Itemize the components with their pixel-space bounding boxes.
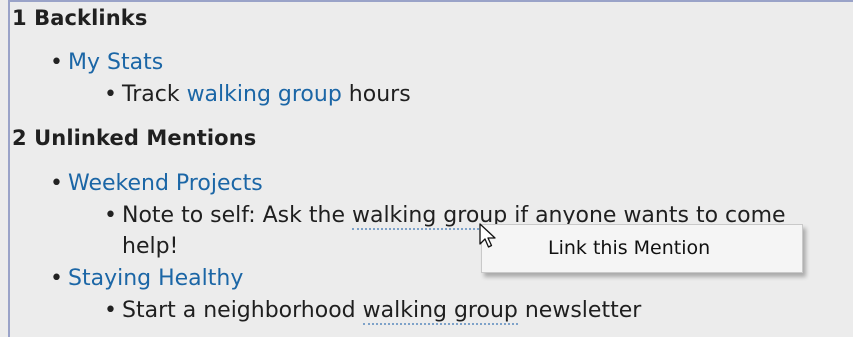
bullet-dot-icon: •	[50, 171, 63, 196]
bullet-dot-icon: •	[50, 266, 63, 291]
unlinked-mention-walking-group[interactable]: walking group	[362, 298, 518, 325]
unlinked-child-block-wrap: help!	[122, 234, 179, 259]
bullet-dot-icon: •	[50, 50, 63, 75]
page-link-my-stats[interactable]: My Stats	[68, 50, 163, 75]
unlinked-child-block: • Start a neighborhood walking group news…	[104, 296, 641, 326]
context-menu: Link this Mention	[481, 224, 803, 273]
unlinked-item: • Weekend Projects	[50, 169, 263, 199]
backlink-item: • My Stats	[50, 48, 163, 78]
bullet-dot-icon: •	[104, 82, 117, 107]
block-text: Track	[122, 82, 187, 107]
block-text: newsletter	[517, 298, 642, 323]
backlinks-heading: 1 Backlinks	[12, 6, 148, 30]
mouse-pointer-icon	[479, 223, 496, 248]
link-this-mention-menu-item[interactable]: Link this Mention	[548, 237, 710, 259]
unlinked-item: • Staying Healthy	[50, 264, 243, 294]
page-link-walking-group[interactable]: walking group	[187, 82, 342, 107]
unlinked-mentions-heading: 2 Unlinked Mentions	[12, 126, 257, 150]
bullet-dot-icon: •	[104, 203, 117, 228]
block-text: Start a neighborhood	[122, 298, 363, 323]
bullet-dot-icon: •	[104, 298, 117, 323]
block-text: Note to self: Ask the	[122, 203, 352, 228]
page-link-staying-healthy[interactable]: Staying Healthy	[68, 266, 243, 291]
backlink-child-block: • Track walking group hours	[104, 80, 411, 110]
page-link-weekend-projects[interactable]: Weekend Projects	[68, 171, 263, 196]
block-text: hours	[341, 82, 411, 107]
